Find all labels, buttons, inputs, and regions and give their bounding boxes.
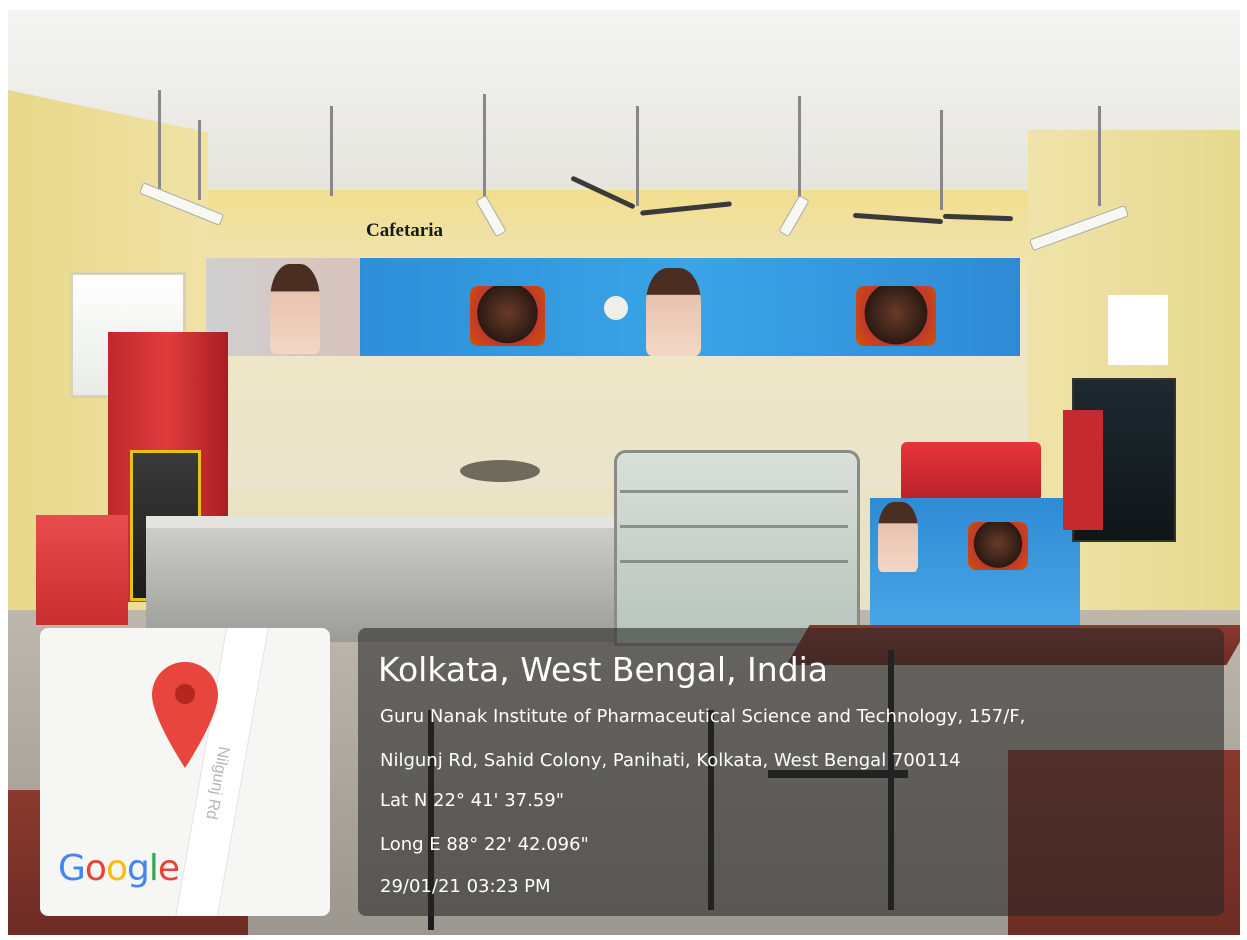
display-shelf xyxy=(620,525,848,528)
timestamp: 29/01/21 03:23 PM xyxy=(380,876,551,897)
map-pin-icon xyxy=(152,662,218,768)
banner-model xyxy=(646,268,701,356)
serving-counter xyxy=(146,522,616,642)
logo-letter-g: g xyxy=(126,848,150,889)
banner-model xyxy=(270,264,320,354)
banner-product xyxy=(856,286,936,346)
logo-letter-l: l xyxy=(148,848,159,889)
light-rod xyxy=(1098,106,1101,206)
map-thumbnail: Nilgunj Rd Google xyxy=(40,628,330,916)
right-window xyxy=(1108,295,1168,365)
light-rod xyxy=(158,90,161,190)
fan-rod xyxy=(330,106,333,196)
ice-cream-freezer xyxy=(36,515,128,625)
banner-product xyxy=(470,286,545,346)
fan-rod xyxy=(636,106,639,206)
display-shelf xyxy=(620,560,848,563)
geotag-info-card: Kolkata, West Bengal, India Guru Nanak I… xyxy=(358,628,1224,916)
google-logo: Google xyxy=(58,848,180,889)
address-line-1: Guru Nanak Institute of Pharmaceutical S… xyxy=(380,706,1026,727)
cafeteria-sign: Cafetaria xyxy=(366,220,444,241)
location-title: Kolkata, West Bengal, India xyxy=(378,650,829,689)
counter-top xyxy=(146,516,616,528)
logo-letter-g: G xyxy=(58,848,86,889)
red-cooler xyxy=(1063,410,1103,530)
address-line-2: Nilgunj Rd, Sahid Colony, Panihati, Kolk… xyxy=(380,750,961,771)
light-rod xyxy=(798,96,801,206)
fan-rod xyxy=(940,110,943,210)
logo-letter-e: e xyxy=(157,848,180,889)
latitude: Lat N 22° 41' 37.59" xyxy=(380,790,565,811)
steel-bowl xyxy=(460,460,540,482)
logo-letter-o: o xyxy=(84,848,107,889)
red-chest-freezer xyxy=(901,442,1041,502)
wall-clock-icon xyxy=(604,296,628,320)
display-shelf xyxy=(620,490,848,493)
longitude: Long E 88° 22' 42.096" xyxy=(380,834,589,855)
display-case xyxy=(614,450,860,646)
light-rod xyxy=(483,94,486,204)
promo-product xyxy=(968,522,1028,570)
logo-letter-o: o xyxy=(105,848,128,889)
promo-model xyxy=(878,502,918,572)
light-rod xyxy=(198,120,201,200)
